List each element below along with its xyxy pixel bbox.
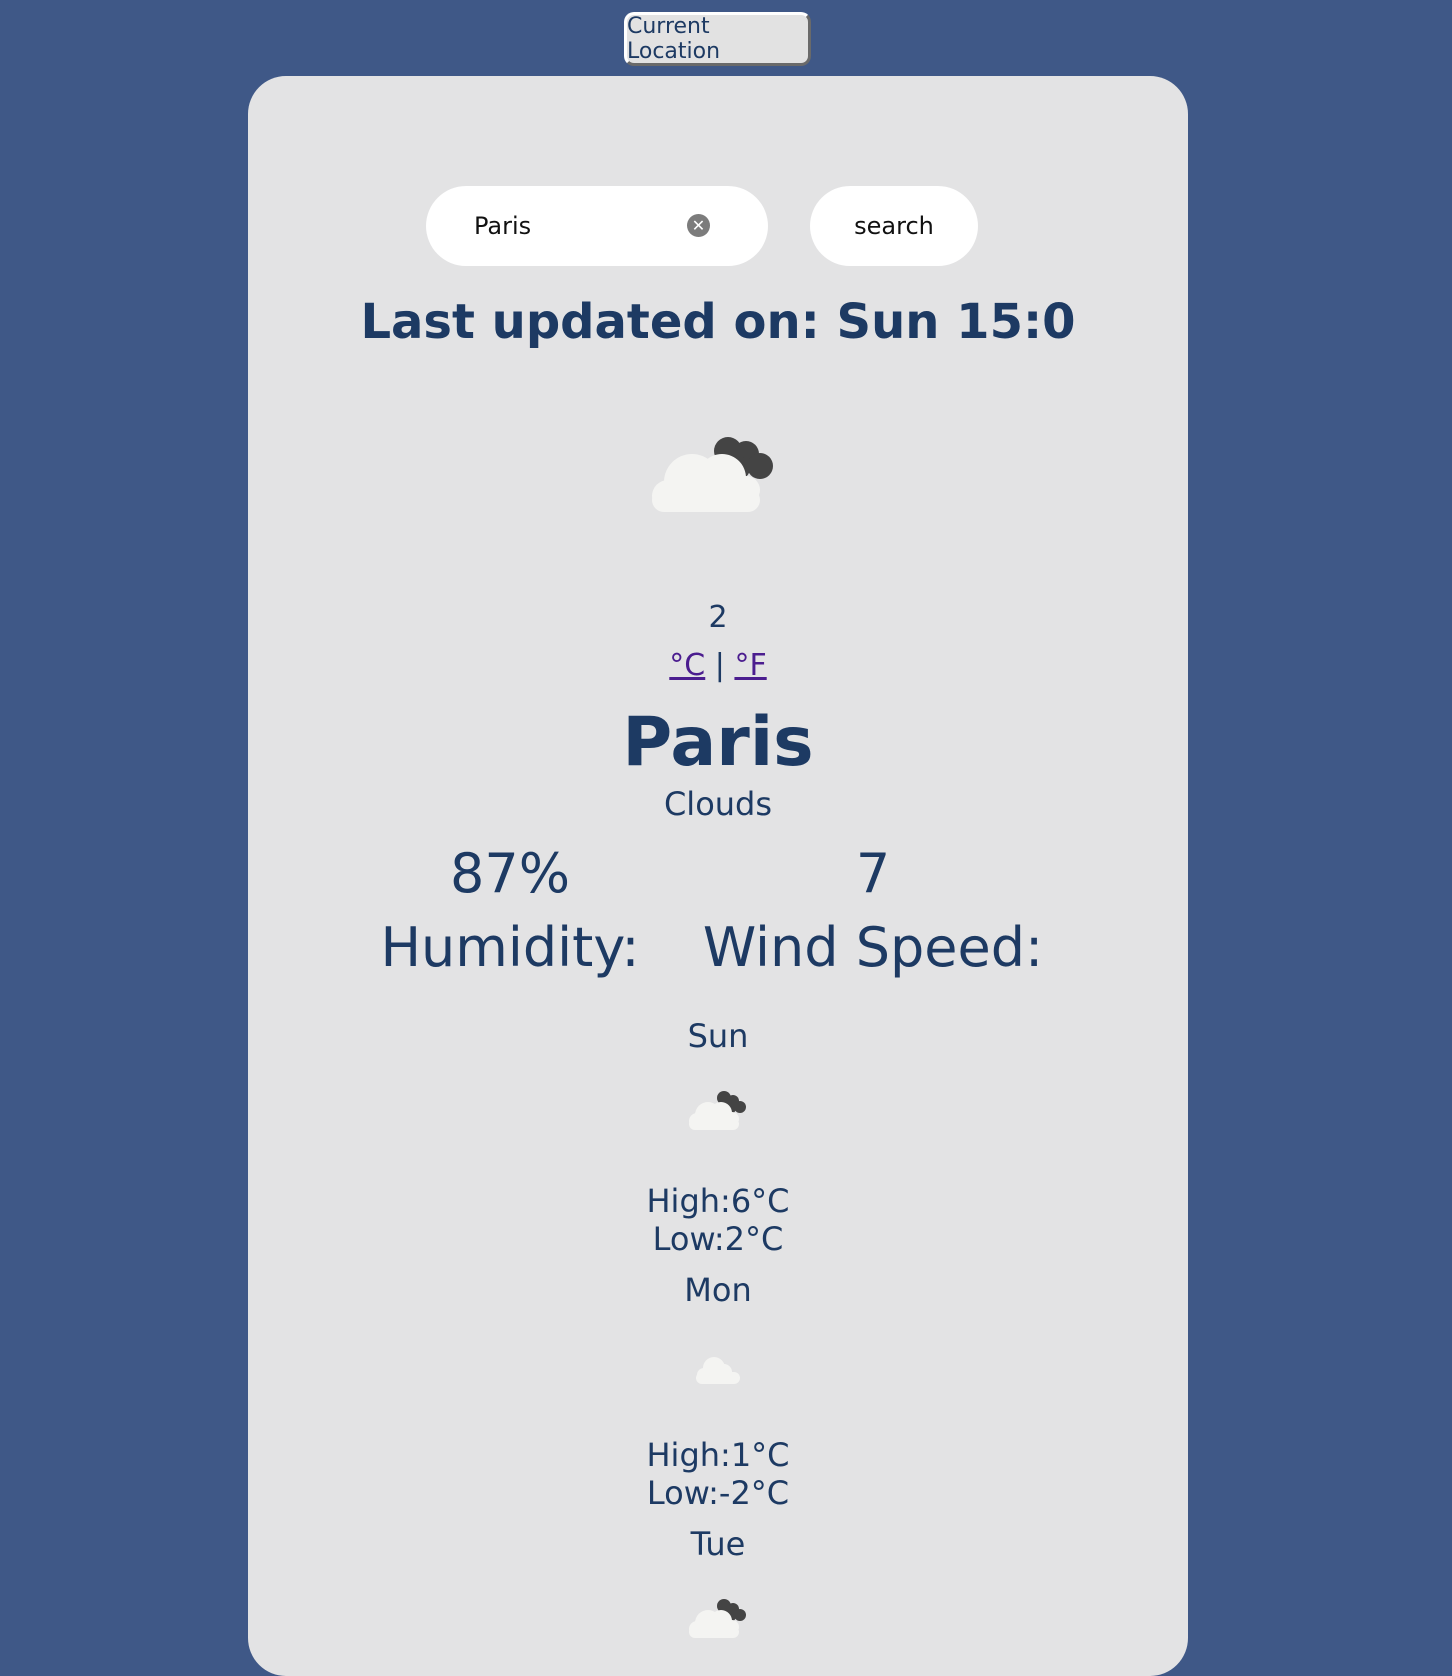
current-location-button[interactable]: Current Location <box>624 12 811 66</box>
page: { "header": { "current_location_label": … <box>0 0 1452 1676</box>
forecast-low: Low:2°C <box>652 1220 784 1258</box>
forecast-high: High:6°C <box>646 1182 790 1220</box>
weather-condition: Clouds <box>663 785 773 823</box>
forecast-low: Low:-2°C <box>646 1474 790 1512</box>
wind-speed-label: Wind Speed: <box>702 916 1044 979</box>
wind-speed-value: 7 <box>855 842 891 905</box>
weather-card: ✕ search Last updated on: Sun 15:0 2 °C … <box>248 76 1188 1676</box>
celsius-link[interactable]: °C <box>669 648 705 683</box>
unit-toggle: °C | °F <box>248 646 1188 686</box>
humidity-stat: 87% Humidity: <box>370 839 650 987</box>
wind-stat: 7 Wind Speed: <box>688 839 1058 987</box>
unit-separator: | <box>705 648 735 683</box>
city-name: Paris <box>622 703 814 782</box>
cloudy-night-icon <box>689 1599 746 1638</box>
temperature-value: 2 <box>708 600 728 635</box>
forecast-day-label: Tue <box>690 1525 746 1563</box>
humidity-value: 87% <box>449 842 571 905</box>
search-field[interactable]: ✕ <box>426 186 768 266</box>
cloudy-night-icon <box>689 1091 746 1130</box>
forecast-day-label: Sun <box>687 1017 749 1055</box>
search-input[interactable] <box>474 186 704 266</box>
humidity-label: Humidity: <box>380 916 640 979</box>
cloud-icon <box>696 1357 740 1384</box>
clear-icon[interactable]: ✕ <box>687 214 710 237</box>
search-button[interactable]: search <box>810 186 978 266</box>
forecast-day-label: Mon <box>684 1271 752 1309</box>
fahrenheit-link[interactable]: °F <box>734 648 766 683</box>
last-updated-heading: Last updated on: Sun 15:0 <box>360 294 1076 350</box>
forecast-high: High:1°C <box>646 1436 790 1474</box>
cloudy-night-icon <box>652 437 773 512</box>
